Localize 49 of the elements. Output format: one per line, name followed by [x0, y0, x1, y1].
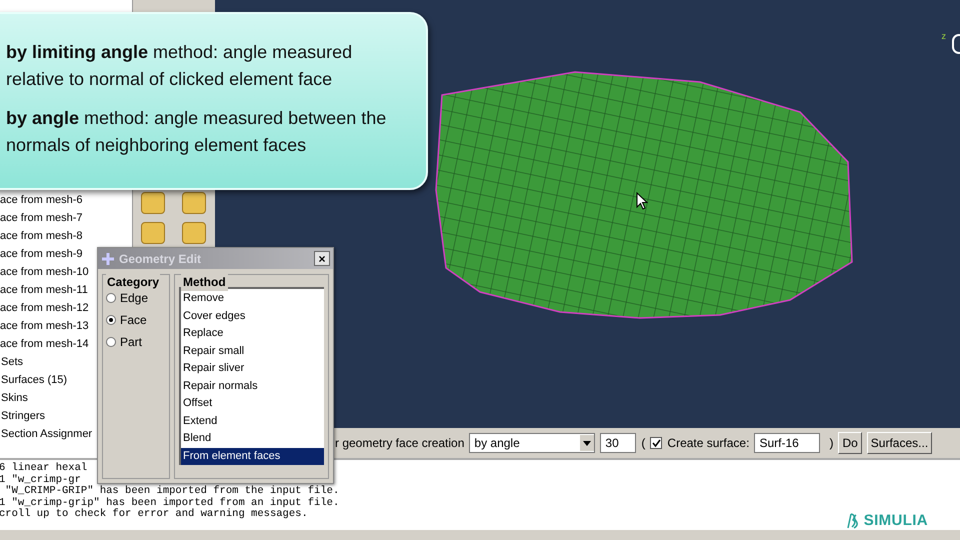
group-label: Category: [106, 273, 160, 291]
tool-icon[interactable]: [182, 222, 206, 244]
prompt-button[interactable]: Surfaces...: [866, 432, 932, 454]
message-line: croll up to check for error and warning messages.: [0, 509, 308, 520]
prompt-text: r geometry face creation: [335, 435, 464, 452]
message-line: 1 "w_crimp-gr: [0, 474, 81, 486]
create-surface-label: Create surface:: [667, 435, 750, 452]
method-item[interactable]: Blend: [181, 430, 324, 448]
prompt-button[interactable]: Do: [838, 432, 862, 454]
radio-button[interactable]: [106, 315, 116, 325]
message-line: "W_CRIMP-GRIP" has been imported from the input file.: [4, 486, 340, 497]
tree-item[interactable]: ace from mesh-7: [0, 209, 132, 227]
callout-paragraph: by limiting angle method: angle measured relative to normal of clicked element face: [6, 41, 354, 91]
radio-label: Edge: [120, 290, 148, 307]
create-surface-checkbox[interactable]: [650, 437, 662, 449]
surface-name-field[interactable]: Surf-16: [754, 433, 820, 453]
callout-paragraph: by angle method: angle measured between the normals of neighboring element faces: [6, 107, 388, 157]
method-dropdown[interactable]: by angle: [469, 433, 596, 453]
paren-text: ): [829, 435, 834, 452]
axis-label: z: [942, 30, 946, 43]
radio-label: Face: [120, 312, 147, 329]
radio-button[interactable]: [106, 293, 116, 303]
tool-icon[interactable]: [141, 192, 165, 214]
paren-text: (: [641, 435, 646, 452]
app-icon: [101, 252, 115, 266]
method-item[interactable]: Remove: [181, 290, 324, 308]
angle-field[interactable]: 30: [600, 433, 636, 453]
group-label: Method: [181, 273, 228, 291]
tree-item[interactable]: ace from mesh-8: [0, 227, 132, 245]
method-item[interactable]: Repair small: [181, 342, 324, 360]
dialog-title: Geometry Edit: [119, 250, 202, 268]
message-line: 1 "w_crimp-grip" has been imported from an input file.: [0, 498, 340, 508]
message-line: 6 linear hexal: [0, 463, 88, 474]
method-item[interactable]: Repair sliver: [181, 360, 324, 378]
radio-button[interactable]: [106, 337, 116, 347]
method-item[interactable]: Extend: [181, 412, 324, 430]
method-item[interactable]: Cover edges: [181, 308, 324, 325]
close-button[interactable]: ×: [314, 251, 330, 266]
tool-icon[interactable]: [141, 222, 165, 244]
method-item[interactable]: Replace: [181, 325, 324, 342]
tool-icon[interactable]: [182, 192, 206, 214]
radio-label: Part: [120, 334, 142, 351]
method-item[interactable]: Offset: [181, 395, 324, 412]
tree-item[interactable]: ace from mesh-6: [0, 191, 132, 209]
method-item[interactable]: From element faces: [181, 448, 324, 465]
logo-mark-icon: [846, 513, 860, 530]
method-item[interactable]: Repair normals: [181, 378, 324, 395]
mouse-cursor-icon: [636, 192, 648, 210]
logo-text: SIMULIA: [864, 511, 928, 531]
